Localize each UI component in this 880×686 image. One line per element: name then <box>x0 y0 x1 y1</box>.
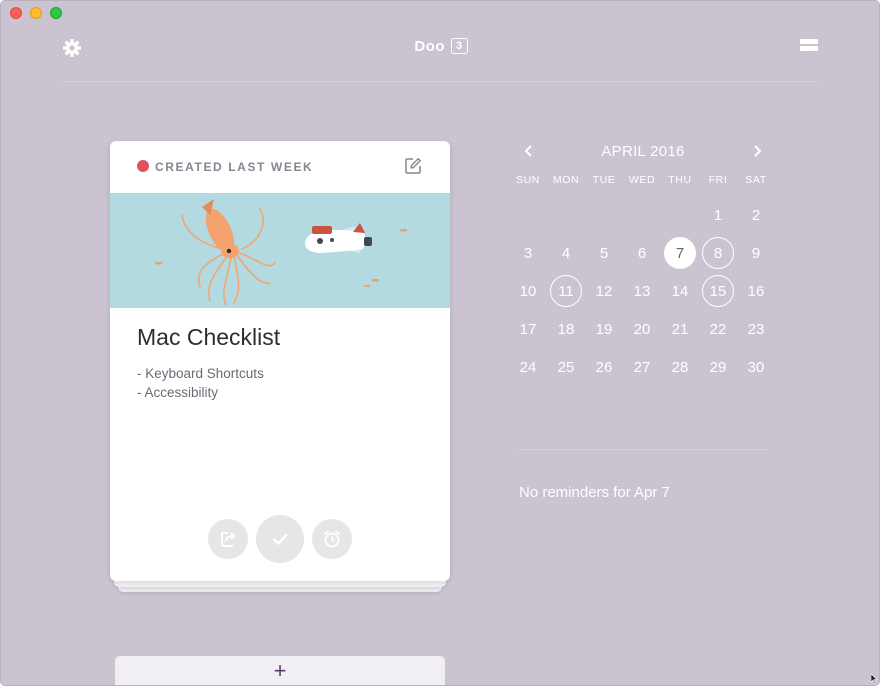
zoom-window-button[interactable] <box>50 7 62 19</box>
calendar-day-13[interactable]: 13 <box>626 275 658 307</box>
calendar-day-29[interactable]: 29 <box>702 351 734 383</box>
squid-submarine-illustration <box>110 193 450 308</box>
alarm-icon <box>324 530 340 548</box>
calendar-day-21[interactable]: 21 <box>664 313 696 345</box>
note-line: - Accessibility <box>137 385 219 400</box>
weekday-label: TUE <box>592 174 616 186</box>
calendar-day-7[interactable]: 7 <box>664 237 696 269</box>
calendar-day-1[interactable]: 1 <box>702 199 734 231</box>
task-card[interactable]: CREATED LAST WEEK Mac Checklist - Keyboa… <box>110 141 450 581</box>
app-window: Doo 3 CREATED LAST WEEK Mac Checklist - … <box>0 0 880 686</box>
calendar-day-17[interactable]: 17 <box>512 313 544 345</box>
calendar-day-28[interactable]: 28 <box>664 351 696 383</box>
chevron-left-icon[interactable] <box>522 143 536 159</box>
card-title: Mac Checklist <box>137 324 281 350</box>
calendar-day-6[interactable]: 6 <box>626 237 658 269</box>
header-divider <box>62 81 817 82</box>
calendar-day-24[interactable]: 24 <box>512 351 544 383</box>
mark-done-button[interactable] <box>256 515 304 563</box>
calendar-day-9[interactable]: 9 <box>740 237 772 269</box>
list-view-icon[interactable] <box>800 39 818 53</box>
chevron-right-icon[interactable] <box>750 143 764 159</box>
calendar-day-11[interactable]: 11 <box>550 275 582 307</box>
weekday-label: SUN <box>516 174 540 186</box>
checkmark-icon <box>272 533 288 545</box>
weekday-label: THU <box>668 174 692 186</box>
calendar-day-15[interactable]: 15 <box>702 275 734 307</box>
add-task-label: + <box>273 658 287 683</box>
calendar-day-8[interactable]: 8 <box>702 237 734 269</box>
calendar-divider <box>519 449 767 450</box>
calendar-day-12[interactable]: 12 <box>588 275 620 307</box>
calendar-day-16[interactable]: 16 <box>740 275 772 307</box>
calendar-day-26[interactable]: 26 <box>588 351 620 383</box>
calendar-day-5[interactable]: 5 <box>588 237 620 269</box>
reschedule-button[interactable] <box>208 519 248 559</box>
status-dot <box>137 160 149 172</box>
weekday-label: WED <box>628 174 656 186</box>
reminders-empty-text: No reminders for Apr 7 <box>519 484 670 501</box>
weekday-label: SAT <box>745 174 767 186</box>
reschedule-icon <box>221 532 237 547</box>
edit-icon[interactable] <box>404 157 422 175</box>
card-notes: - Keyboard Shortcuts - Accessibility <box>137 364 264 402</box>
close-window-button[interactable] <box>10 7 22 19</box>
calendar-day-25[interactable]: 25 <box>550 351 582 383</box>
item-count-badge: 3 <box>451 38 468 54</box>
note-line: - Keyboard Shortcuts <box>137 366 264 381</box>
weekday-label: FRI <box>708 174 728 186</box>
card-age-label: CREATED LAST WEEK <box>155 160 314 174</box>
calendar-day-27[interactable]: 27 <box>626 351 658 383</box>
calendar-day-10[interactable]: 10 <box>512 275 544 307</box>
app-name: Doo <box>414 38 446 55</box>
calendar-day-23[interactable]: 23 <box>740 313 772 345</box>
minimize-window-button[interactable] <box>30 7 42 19</box>
calendar-day-22[interactable]: 22 <box>702 313 734 345</box>
calendar-day-3[interactable]: 3 <box>512 237 544 269</box>
calendar-day-4[interactable]: 4 <box>550 237 582 269</box>
mouse-cursor-icon <box>871 674 878 684</box>
calendar-day-2[interactable]: 2 <box>740 199 772 231</box>
app-title: Doo 3 <box>1 38 879 55</box>
calendar-month-title: APRIL 2016 <box>601 143 685 160</box>
window-controls <box>10 7 62 19</box>
calendar-day-19[interactable]: 19 <box>588 313 620 345</box>
remind-me-button[interactable] <box>312 519 352 559</box>
calendar-day-14[interactable]: 14 <box>664 275 696 307</box>
card-header: CREATED LAST WEEK <box>110 141 450 193</box>
calendar-day-20[interactable]: 20 <box>626 313 658 345</box>
weekday-label: MON <box>552 174 580 186</box>
calendar-day-30[interactable]: 30 <box>740 351 772 383</box>
calendar-day-18[interactable]: 18 <box>550 313 582 345</box>
add-task-button[interactable]: + <box>115 656 445 685</box>
